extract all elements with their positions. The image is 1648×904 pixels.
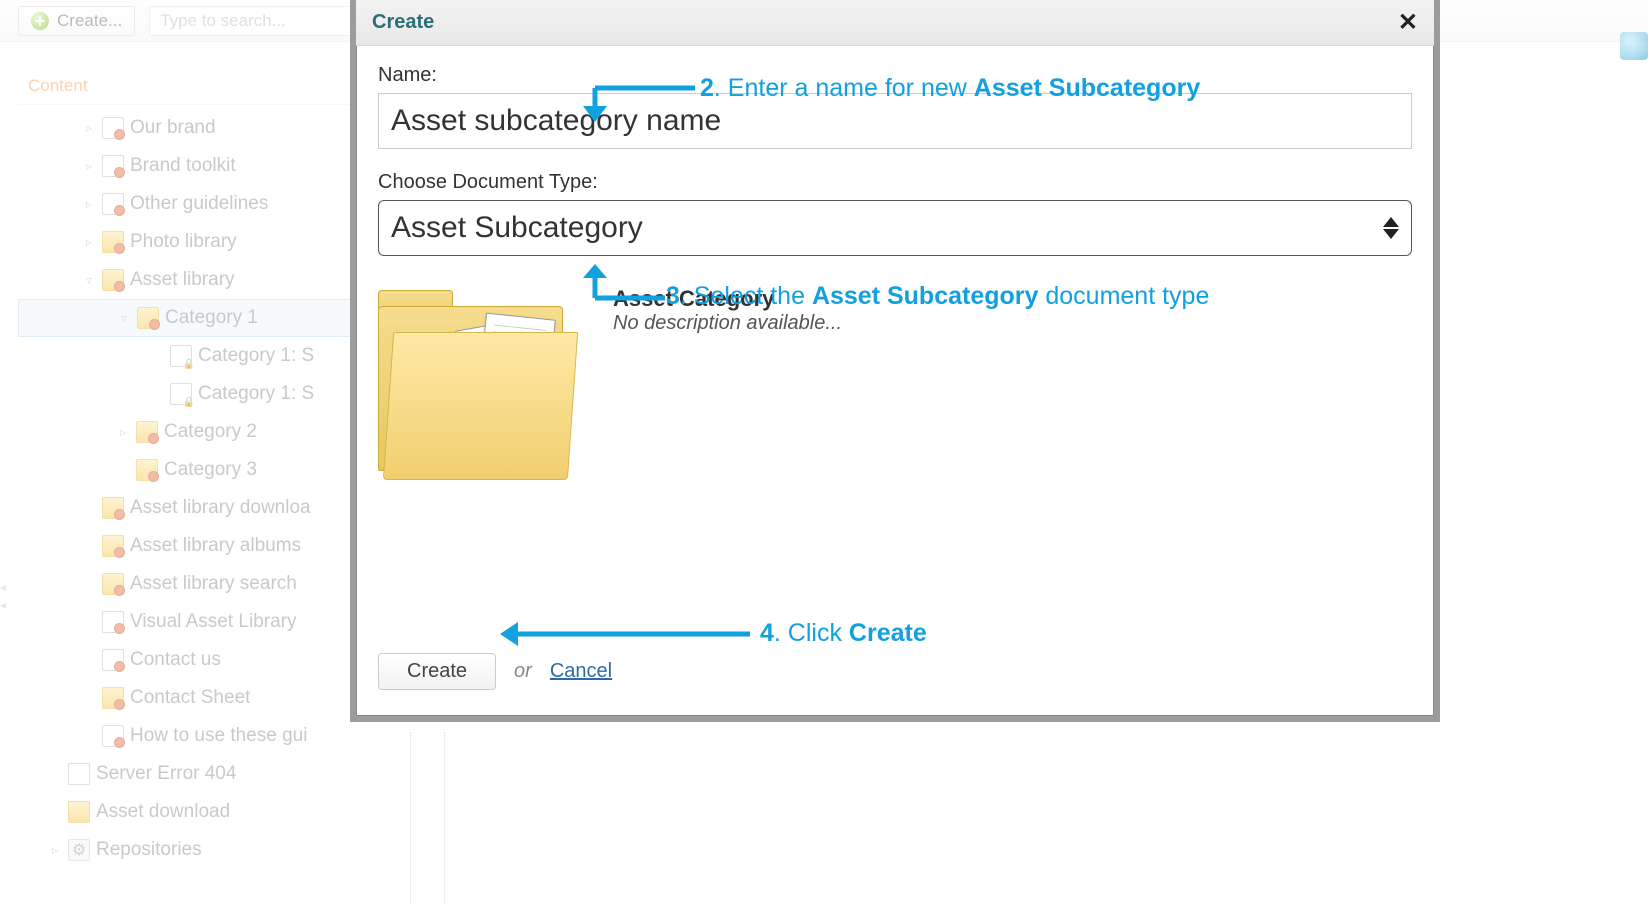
or-text: or xyxy=(514,660,532,683)
name-label: Name: xyxy=(378,64,1412,87)
cancel-link[interactable]: Cancel xyxy=(550,660,612,683)
column-separator xyxy=(410,732,411,904)
folder-icon xyxy=(378,286,573,486)
preview-description: No description available... xyxy=(613,312,842,335)
close-icon[interactable]: ✕ xyxy=(1398,8,1418,37)
dialog-footer: Create or Cancel xyxy=(378,653,1412,690)
column-separator xyxy=(444,732,445,904)
create-submit-button[interactable]: Create xyxy=(378,653,496,690)
doctype-preview: Asset Category No description available.… xyxy=(378,286,1412,486)
name-input[interactable] xyxy=(378,93,1412,149)
doctype-value: Asset Subcategory xyxy=(391,211,643,245)
preview-title: Asset Category xyxy=(613,286,842,312)
right-panel-icon[interactable] xyxy=(1620,32,1648,60)
doctype-label: Choose Document Type: xyxy=(378,171,1412,194)
dialog-body: Name: Choose Document Type: Asset Subcat… xyxy=(356,46,1434,716)
doctype-select[interactable]: Asset Subcategory xyxy=(378,200,1412,256)
dialog-title: Create xyxy=(372,11,434,34)
create-dialog: Create ✕ Name: Choose Document Type: Ass… xyxy=(350,0,1440,722)
dialog-header: Create ✕ xyxy=(356,0,1434,46)
updown-arrows-icon xyxy=(1383,217,1399,239)
doctype-description: Asset Category No description available.… xyxy=(613,286,842,335)
